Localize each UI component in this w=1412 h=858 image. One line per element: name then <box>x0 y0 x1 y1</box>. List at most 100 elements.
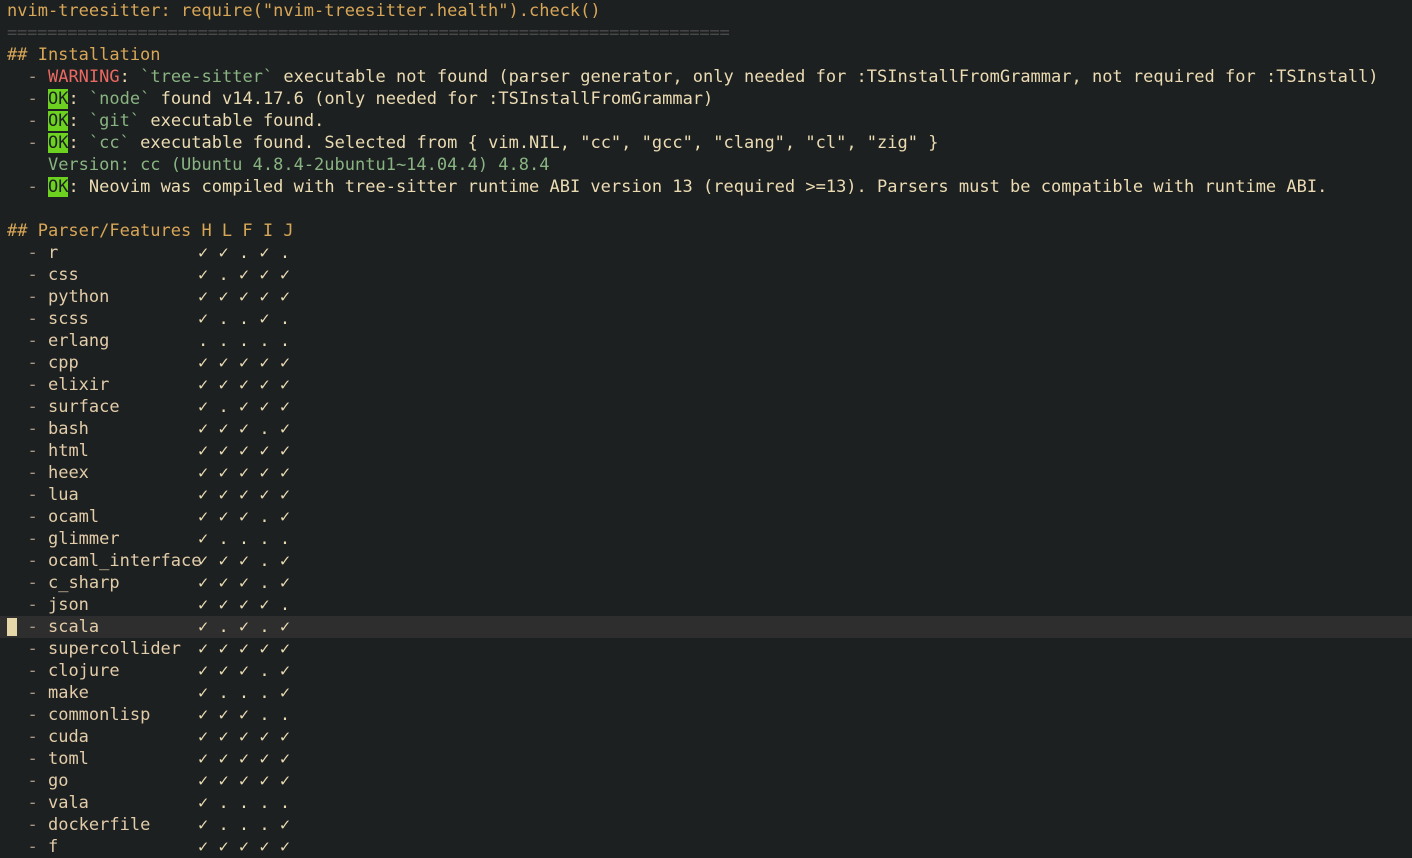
parser-name: cuda <box>47 727 89 747</box>
parser-features: ✓ ✓ ✓ ✓ ✓ <box>197 771 291 791</box>
parser-name: cpp <box>47 353 79 373</box>
parser-name: clojure <box>47 661 120 681</box>
parser-features: ✓ . . . . <box>197 529 291 549</box>
title-underline: ========================================… <box>7 23 730 43</box>
parser-row[interactable]: - make ✓ . . . ✓ <box>0 682 1412 704</box>
parser-row[interactable]: - glimmer ✓ . . . . <box>0 528 1412 550</box>
parser-row[interactable]: - dockerfile ✓ . . . ✓ <box>0 814 1412 836</box>
warning-status: WARNING <box>47 67 120 87</box>
parser-features: ✓ . . ✓ . <box>197 309 291 329</box>
parser-features: ✓ . . . ✓ <box>197 815 291 835</box>
parser-row[interactable]: - clojure ✓ ✓ ✓ . ✓ <box>0 660 1412 682</box>
parser-row[interactable]: - elixir ✓ ✓ ✓ ✓ ✓ <box>0 374 1412 396</box>
parser-features: ✓ . ✓ ✓ ✓ <box>197 265 291 285</box>
parser-features: ✓ . ✓ . ✓ <box>197 617 291 637</box>
parser-name: go <box>47 771 69 791</box>
ok-status: OK <box>47 133 69 153</box>
parser-name: surface <box>47 397 120 417</box>
parser-row[interactable]: - json ✓ ✓ ✓ ✓ . <box>0 594 1412 616</box>
parser-name: glimmer <box>47 529 120 549</box>
cc-version-line: Version: cc (Ubuntu 4.8.4-2ubuntu1~14.04… <box>47 155 550 175</box>
parser-row[interactable]: - scss ✓ . . ✓ . <box>0 308 1412 330</box>
parser-features: ✓ ✓ ✓ . ✓ <box>197 419 291 439</box>
parser-features: ✓ ✓ ✓ . ✓ <box>197 551 291 571</box>
parser-name: ocaml <box>47 507 100 527</box>
parser-features-heading: ## Parser/Features H L F I J <box>7 221 294 241</box>
parser-name: lua <box>47 485 79 505</box>
parser-name: ocaml_interface <box>47 551 202 571</box>
parser-features: . . . . . <box>197 331 291 351</box>
parser-name: scala <box>47 617 100 637</box>
parser-row[interactable]: - heex ✓ ✓ ✓ ✓ ✓ <box>0 462 1412 484</box>
parser-name: dockerfile <box>47 815 151 835</box>
parser-name: scss <box>47 309 89 329</box>
parser-row[interactable]: - scala ✓ . ✓ . ✓ <box>0 616 1412 638</box>
parser-features: ✓ . . . ✓ <box>197 683 291 703</box>
install-item-node: - OK: `node` found v14.17.6 (only needed… <box>27 89 714 109</box>
install-item-abi: - OK: Neovim was compiled with tree-sitt… <box>27 177 1328 197</box>
parser-row[interactable]: - html ✓ ✓ ✓ ✓ ✓ <box>0 440 1412 462</box>
parser-row[interactable]: - vala ✓ . . . . <box>0 792 1412 814</box>
parser-name: f <box>47 837 59 857</box>
install-item-cc: - OK: `cc` executable found. Selected fr… <box>27 133 939 153</box>
parser-name: css <box>47 265 79 285</box>
parser-row[interactable]: - commonlisp ✓ ✓ ✓ . . <box>0 704 1412 726</box>
parser-name: json <box>47 595 89 615</box>
parser-row[interactable]: - go ✓ ✓ ✓ ✓ ✓ <box>0 770 1412 792</box>
parser-row[interactable]: - f ✓ ✓ ✓ ✓ ✓ <box>0 836 1412 858</box>
parser-features: ✓ ✓ ✓ ✓ ✓ <box>197 441 291 461</box>
parser-row[interactable]: - css ✓ . ✓ ✓ ✓ <box>0 264 1412 286</box>
parser-name: python <box>47 287 110 307</box>
text-cursor <box>7 618 17 636</box>
parser-features: ✓ ✓ . ✓ . <box>197 243 291 263</box>
parser-features: ✓ ✓ ✓ . ✓ <box>197 661 291 681</box>
parser-row[interactable]: - surface ✓ . ✓ ✓ ✓ <box>0 396 1412 418</box>
parser-features: ✓ ✓ ✓ . ✓ <box>197 507 291 527</box>
parser-row[interactable]: - cuda ✓ ✓ ✓ ✓ ✓ <box>0 726 1412 748</box>
install-item-tree-sitter: - WARNING: `tree-sitter` executable not … <box>27 67 1379 87</box>
parser-row[interactable]: - r ✓ ✓ . ✓ . <box>0 242 1412 264</box>
parser-name: html <box>47 441 89 461</box>
health-check-title: nvim-treesitter: require("nvim-treesitte… <box>7 1 601 21</box>
parser-row[interactable]: - c_sharp ✓ ✓ ✓ . ✓ <box>0 572 1412 594</box>
parser-name: make <box>47 683 89 703</box>
parser-row[interactable]: - toml ✓ ✓ ✓ ✓ ✓ <box>0 748 1412 770</box>
parser-row[interactable]: - python ✓ ✓ ✓ ✓ ✓ <box>0 286 1412 308</box>
parser-name: commonlisp <box>47 705 151 725</box>
editor-buffer[interactable]: nvim-treesitter: require("nvim-treesitte… <box>0 0 1412 858</box>
installation-heading: ## Installation <box>7 45 161 65</box>
parser-features: ✓ ✓ ✓ ✓ ✓ <box>197 749 291 769</box>
parser-name: c_sharp <box>47 573 120 593</box>
parser-features: ✓ ✓ ✓ ✓ . <box>197 595 291 615</box>
parser-row[interactable]: - bash ✓ ✓ ✓ . ✓ <box>0 418 1412 440</box>
parser-row[interactable]: - ocaml_interface✓ ✓ ✓ . ✓ <box>0 550 1412 572</box>
install-item-git: - OK: `git` executable found. <box>27 111 325 131</box>
parser-row[interactable]: - ocaml ✓ ✓ ✓ . ✓ <box>0 506 1412 528</box>
parser-features: ✓ ✓ ✓ ✓ ✓ <box>197 485 291 505</box>
parser-features: ✓ ✓ ✓ . ✓ <box>197 573 291 593</box>
parser-row[interactable]: - lua ✓ ✓ ✓ ✓ ✓ <box>0 484 1412 506</box>
parser-features: ✓ . . . . <box>197 793 291 813</box>
parser-name: heex <box>47 463 89 483</box>
parser-row[interactable]: - supercollider ✓ ✓ ✓ ✓ ✓ <box>0 638 1412 660</box>
parser-features: ✓ ✓ ✓ ✓ ✓ <box>197 727 291 747</box>
parser-list: - r ✓ ✓ . ✓ . - css ✓ . ✓ ✓ ✓ - python ✓ ✓ … <box>0 242 1412 858</box>
parser-row[interactable]: - erlang. . . . . <box>0 330 1412 352</box>
parser-row[interactable]: - cpp ✓ ✓ ✓ ✓ ✓ <box>0 352 1412 374</box>
parser-name: bash <box>47 419 89 439</box>
parser-name: toml <box>47 749 89 769</box>
ok-status: OK <box>47 89 69 109</box>
parser-features: ✓ . ✓ ✓ ✓ <box>197 397 291 417</box>
parser-name: supercollider <box>47 639 182 659</box>
ok-status: OK <box>47 177 69 197</box>
parser-features: ✓ ✓ ✓ ✓ ✓ <box>197 639 291 659</box>
ok-status: OK <box>47 111 69 131</box>
parser-features: ✓ ✓ ✓ ✓ ✓ <box>197 375 291 395</box>
parser-features: ✓ ✓ ✓ ✓ ✓ <box>197 287 291 307</box>
parser-name: vala <box>47 793 89 813</box>
parser-features: ✓ ✓ ✓ ✓ ✓ <box>197 353 291 373</box>
parser-name: erlang <box>47 331 110 351</box>
parser-features: ✓ ✓ ✓ . . <box>197 705 291 725</box>
parser-features: ✓ ✓ ✓ ✓ ✓ <box>197 837 291 857</box>
